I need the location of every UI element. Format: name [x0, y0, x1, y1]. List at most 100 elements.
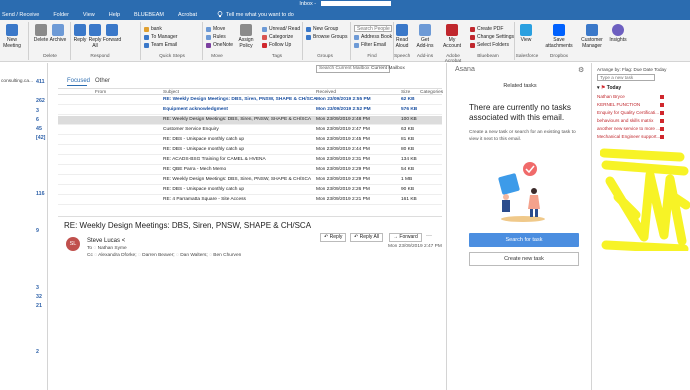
- follow-up-button[interactable]: Follow Up: [262, 42, 291, 48]
- table-row[interactable]: RE: ACADS-BSG Training for CAMEL & HVENA…: [58, 156, 442, 165]
- cc-recipient[interactable]: Darren Beaver;: [142, 253, 175, 258]
- insights-button[interactable]: Insights: [608, 24, 628, 43]
- address-book-button[interactable]: Address Book: [354, 34, 392, 40]
- quickstep-bank[interactable]: bank: [144, 26, 162, 32]
- table-row[interactable]: RE: Weekly Design Meetings: DBS, Siren, …: [58, 116, 442, 125]
- select-folders-button[interactable]: Select Folders: [470, 42, 509, 48]
- flag-icon[interactable]: [660, 95, 664, 99]
- tab-send-receive[interactable]: Send / Receive: [2, 12, 39, 18]
- folder-label[interactable]: consulting.ca...: [1, 79, 33, 84]
- reply-label: Reply: [73, 37, 87, 43]
- tab-focused[interactable]: Focused: [67, 78, 90, 84]
- read-aloud-button[interactable]: Read Aloud: [395, 24, 409, 49]
- flag-icon[interactable]: [660, 111, 664, 115]
- reply-all-button[interactable]: ↶ Reply All: [350, 233, 384, 242]
- search-for-task-button[interactable]: Search for task: [469, 233, 579, 247]
- to-recipient[interactable]: Nathan Syme: [98, 246, 127, 251]
- column-size[interactable]: Size: [401, 90, 410, 95]
- onenote-button[interactable]: OneNote: [206, 42, 233, 48]
- column-received[interactable]: Received: [316, 90, 336, 95]
- filter-email-button[interactable]: Filter Email: [354, 42, 386, 48]
- todo-item[interactable]: Nathan Bryce: [597, 94, 625, 99]
- more-actions-icon[interactable]: ···: [426, 233, 432, 239]
- save-attachments-button[interactable]: Save attachments: [544, 24, 574, 49]
- browse-groups-button[interactable]: Browse Groups: [306, 34, 347, 40]
- forward-button[interactable]: → Forward: [389, 233, 422, 242]
- table-row[interactable]: RE: Weekly Design Meetings: DBS, Siren, …: [58, 96, 442, 105]
- create-new-task-button[interactable]: Create new task: [469, 252, 579, 266]
- group-tags-label: Tags: [271, 54, 283, 59]
- new-meeting-button[interactable]: New Meeting: [2, 24, 22, 49]
- speaker-icon: [396, 24, 408, 36]
- window-titlebar: Inbox -: [0, 0, 690, 9]
- flag-icon[interactable]: [660, 127, 664, 131]
- salesforce-view-button[interactable]: View: [518, 24, 534, 43]
- flag-icon[interactable]: [660, 103, 664, 107]
- todo-item[interactable]: KERNEL FUNCTION: [597, 102, 640, 107]
- new-task-input[interactable]: Type a new task: [597, 74, 655, 81]
- tell-me-box[interactable]: Tell me what you want to do: [217, 11, 308, 18]
- change-settings-button[interactable]: Change Settings: [470, 34, 514, 40]
- reply-all-button[interactable]: Reply All: [87, 24, 103, 49]
- table-row[interactable]: RE: DBS - Unispace monthly catch up Mon 2…: [58, 186, 442, 195]
- table-row[interactable]: RE: QBE Parra - Mech Memo Mon 23/09/2019 …: [58, 166, 442, 175]
- redacted-email: [128, 238, 157, 243]
- assign-policy-button[interactable]: Assign Policy: [236, 24, 256, 49]
- cc-recipient[interactable]: Alexandra Dforke;: [98, 253, 136, 258]
- flag-icon[interactable]: [660, 135, 664, 139]
- tab-other[interactable]: Other: [95, 78, 110, 84]
- search-scope-dropdown[interactable]: Current Mailbox: [371, 66, 405, 71]
- reply-button[interactable]: ↶ Reply: [320, 233, 347, 242]
- tab-bluebeam[interactable]: BLUEBEAM: [134, 12, 164, 18]
- quickstep-bank-label: bank: [151, 26, 162, 32]
- table-row[interactable]: RE: 4 Parramatta Square - Site Access Mon…: [58, 196, 442, 205]
- cc-recipient[interactable]: Dan Walters;: [180, 253, 208, 258]
- forward-button[interactable]: Forward: [102, 24, 122, 43]
- tab-folder[interactable]: Folder: [53, 12, 69, 18]
- asana-pane: Asana ⚙ Related tasks There are currentl…: [446, 63, 592, 390]
- column-from[interactable]: From: [95, 90, 106, 95]
- archive-label: Archive: [49, 37, 67, 43]
- rules-button[interactable]: Rules: [206, 34, 226, 40]
- todo-item[interactable]: behaviours and skills matrix: [597, 118, 653, 123]
- column-subject[interactable]: Subject: [163, 90, 179, 95]
- reply-button[interactable]: Reply: [72, 24, 88, 43]
- today-group-header[interactable]: ▾ ⚑ Today: [597, 85, 621, 91]
- new-group-button[interactable]: New Group: [306, 26, 338, 32]
- archive-button[interactable]: Archive: [48, 24, 68, 43]
- categorize-button[interactable]: Categorize: [262, 34, 293, 40]
- quickstep-to-manager[interactable]: To Manager: [144, 34, 177, 40]
- my-account-button[interactable]: My Account: [440, 24, 464, 49]
- reply-label: Reply: [329, 234, 343, 240]
- unread-read-button[interactable]: Unread/ Read: [262, 26, 300, 32]
- customer-manager-button[interactable]: Customer Manager: [578, 24, 606, 49]
- row-subject: RE: 4 Parramatta Square - Site Access: [163, 197, 246, 202]
- dropbox-icon: [553, 24, 565, 36]
- quickstep-team-email[interactable]: Team Email: [144, 42, 177, 48]
- table-row[interactable]: RE: DBS - Unispace monthly catch up Mon 2…: [58, 146, 442, 155]
- table-row[interactable]: Customer Service Enquiry Mon 23/09/2019 2…: [58, 126, 442, 135]
- tab-view[interactable]: View: [83, 12, 95, 18]
- tab-help[interactable]: Help: [109, 12, 120, 18]
- tab-acrobat[interactable]: Acrobat: [178, 12, 197, 18]
- row-received: Mon 23/09/2019 2:47 PM: [316, 127, 370, 132]
- todo-item[interactable]: Mechanical Engineer support...: [597, 134, 660, 139]
- row-subject: RE: QBE Parra - Mech Memo: [163, 167, 227, 172]
- move-button[interactable]: Move: [206, 26, 225, 32]
- todo-item[interactable]: another new service to more ...: [597, 126, 660, 131]
- search-people-input[interactable]: Search People: [354, 25, 392, 32]
- todo-item[interactable]: Enquiry for Quality Certificati...: [597, 110, 659, 115]
- get-addins-button[interactable]: Get Add-ins: [416, 24, 434, 49]
- create-pdf-button[interactable]: Create PDF: [470, 26, 503, 32]
- cc-recipient[interactable]: Ben Churven: [213, 253, 241, 258]
- row-size: 80 KB: [401, 147, 415, 152]
- flag-icon[interactable]: [660, 119, 664, 123]
- settings-gear-icon[interactable]: ⚙: [578, 66, 584, 74]
- table-row[interactable]: RE: DBS - Unispace monthly catch up Mon 2…: [58, 136, 442, 145]
- table-row[interactable]: RE: Weekly Design Meetings: DBS, Siren, …: [58, 176, 442, 185]
- column-categories[interactable]: Categories: [420, 90, 443, 95]
- row-received: Mon 23/09/2019 2:31 PM: [316, 157, 370, 162]
- save-attachments-label: Save attachments: [545, 37, 573, 49]
- arrange-by-label[interactable]: Arrange by: Flag: Due Date Today: [597, 67, 666, 72]
- table-row[interactable]: Equipment acknowledgment Mon 23/09/2019 2…: [58, 106, 442, 115]
